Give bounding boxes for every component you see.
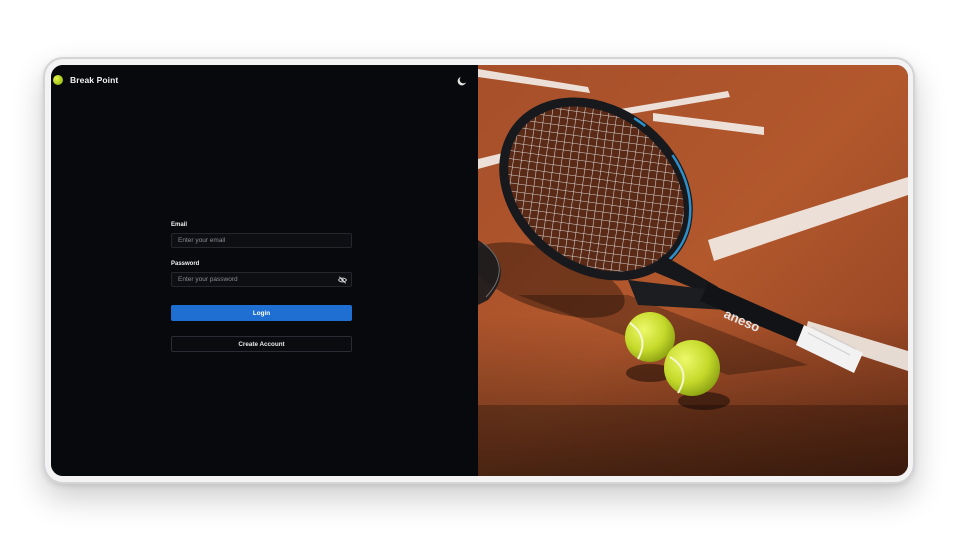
app-name: Break Point	[70, 75, 119, 85]
brand[interactable]: Break Point	[53, 75, 118, 85]
login-panel: Break Point Email Password Login Create …	[51, 65, 478, 476]
email-field-wrapper	[171, 233, 352, 248]
login-button[interactable]: Login	[171, 305, 352, 321]
login-form: Email Password Login Create Account	[171, 222, 352, 352]
password-label: Password	[171, 261, 200, 267]
hero-image: aneso	[478, 65, 908, 476]
create-account-button[interactable]: Create Account	[171, 336, 352, 352]
eye-off-icon[interactable]	[338, 276, 347, 284]
password-field[interactable]	[172, 273, 351, 286]
moon-icon[interactable]	[456, 75, 468, 87]
tennis-ball-icon	[53, 75, 63, 85]
app-window: Break Point Email Password Login Create …	[51, 65, 908, 476]
email-label: Email	[171, 222, 188, 228]
email-field[interactable]	[172, 234, 351, 247]
password-field-wrapper	[171, 272, 352, 287]
tennis-ball	[664, 340, 720, 396]
